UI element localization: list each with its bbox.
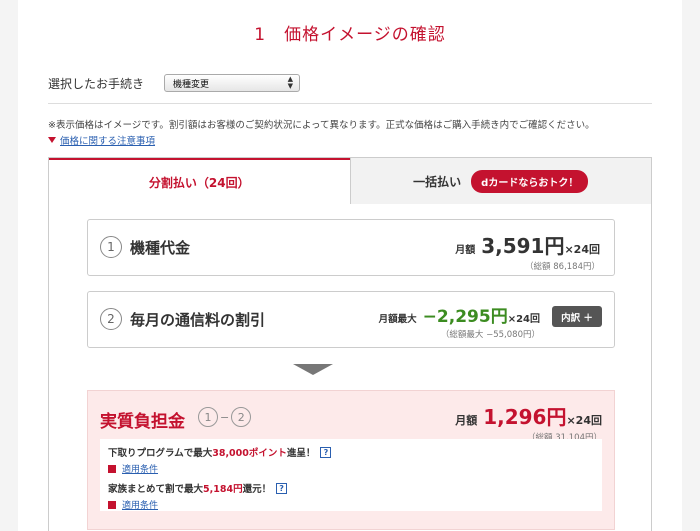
effective-cost-suffix: ×24回: [566, 414, 602, 427]
effective-cost-box: 実質負担金 1 − 2 月額 1,296円×24回 （総額 31,104円） 下取…: [87, 390, 615, 530]
monthly-discount-label: 毎月の通信料の割引: [130, 311, 266, 329]
divider: [48, 103, 652, 104]
family-discount-highlight: 5,184円: [203, 484, 243, 495]
trade-in-highlight: 38,000ポイント: [212, 448, 287, 459]
formula-circle-2: 2: [231, 407, 252, 427]
effective-cost-formula: 1 − 2: [198, 407, 252, 427]
breakdown-button[interactable]: 内訳 ＋: [552, 306, 602, 327]
effective-cost-label: 実質負担金: [100, 412, 185, 432]
tab-lump-sum-label: 一括払い: [413, 174, 462, 189]
down-arrow-icon: [293, 364, 333, 375]
device-price-total: （総額 86,184円）: [525, 262, 600, 272]
step-number-2: 2: [100, 308, 122, 330]
document-icon: [108, 500, 116, 509]
price-note: ※表示価格はイメージです。割引額はお客様のご契約状況によって異なります。正式な価…: [48, 120, 595, 131]
trade-in-text-end: 進呈！: [286, 448, 316, 459]
device-price-amount: 月額 3,591円×24回 （総額 86,184円）: [455, 230, 600, 272]
updown-arrows-icon: ▲ ▼: [287, 75, 294, 90]
trade-in-promo: 下取りプログラムで最大 38,000ポイント 進呈！ ?: [108, 445, 594, 459]
trade-in-conditions-link[interactable]: 適用条件: [108, 462, 594, 475]
price-notice-link[interactable]: 価格に関する注意事項: [48, 133, 155, 147]
monthly-discount-suffix: ×24回: [507, 314, 540, 325]
device-price-prefix: 月額: [455, 245, 476, 256]
trade-in-text: 下取りプログラムで最大: [108, 448, 213, 459]
monthly-discount-prefix: 月額最大: [378, 314, 417, 325]
price-notice-label: 価格に関する注意事項: [60, 136, 156, 147]
family-discount-text: 家族まとめて割で最大: [108, 484, 204, 495]
installment-panel: 1 機種代金 月額 3,591円×24回 （総額 86,184円） 2 毎月の通信…: [48, 204, 652, 531]
effective-cost-amount: 月額 1,296円×24回 （総額 31,104円）: [455, 401, 602, 443]
effective-cost-prefix: 月額: [455, 414, 478, 427]
triangle-down-icon: [48, 137, 56, 143]
tab-installment[interactable]: 分割払い（24回）: [49, 158, 350, 205]
formula-dash: −: [220, 410, 230, 424]
payment-tabs: 分割払い（24回） 一括払い dカードならおトク！: [48, 157, 652, 205]
family-discount-conditions-label: 適用条件: [122, 501, 159, 511]
step-number-1: 1: [100, 236, 122, 258]
monthly-discount-amount: 月額最大 −2,295円×24回 （総額最大 −55,080円）: [379, 302, 540, 340]
procedure-label: 選択したお手続き: [48, 76, 145, 91]
monthly-discount-card: 2 毎月の通信料の割引 月額最大 −2,295円×24回 （総額最大 −55,08…: [87, 291, 615, 348]
trade-in-conditions-label: 適用条件: [122, 465, 159, 475]
procedure-select-value: 機種変更: [173, 79, 210, 90]
page-title: 1 価格イメージの確認: [254, 25, 446, 45]
promotions-box: 下取りプログラムで最大 38,000ポイント 進呈！ ? 適用条件 家族まとめて割で…: [100, 439, 602, 511]
monthly-discount-total: （総額最大 −55,080円）: [440, 330, 540, 340]
device-price-card: 1 機種代金 月額 3,591円×24回 （総額 86,184円）: [87, 219, 615, 276]
effective-cost-value: 1,296円: [483, 405, 567, 429]
family-discount-promo: 家族まとめて割で最大 5,184円 還元！ ?: [108, 481, 594, 495]
procedure-select[interactable]: 機種変更 ▲ ▼: [164, 74, 301, 92]
tab-lump-sum[interactable]: 一括払い dカードならおトク！: [349, 158, 651, 205]
tab-installment-label: 分割払い（24回）: [148, 176, 250, 190]
page-container: 1 価格イメージの確認 選択したお手続き 機種変更 ▲ ▼ ※表示価格はイメージで…: [18, 0, 682, 531]
family-discount-conditions-link[interactable]: 適用条件: [108, 498, 594, 511]
device-price-label: 機種代金: [130, 239, 191, 257]
formula-circle-1: 1: [198, 407, 218, 427]
device-price-value: 3,591円: [481, 234, 565, 258]
monthly-discount-value: −2,295円: [422, 307, 508, 327]
device-price-suffix: ×24回: [564, 243, 600, 256]
document-icon: [108, 464, 116, 473]
procedure-row: 選択したお手続き 機種変更 ▲ ▼: [48, 74, 301, 92]
dcard-badge: dカードならおトク！: [471, 169, 589, 193]
help-icon[interactable]: ?: [276, 482, 288, 494]
family-discount-text-end: 還元！: [242, 484, 272, 495]
help-icon[interactable]: ?: [320, 446, 332, 458]
